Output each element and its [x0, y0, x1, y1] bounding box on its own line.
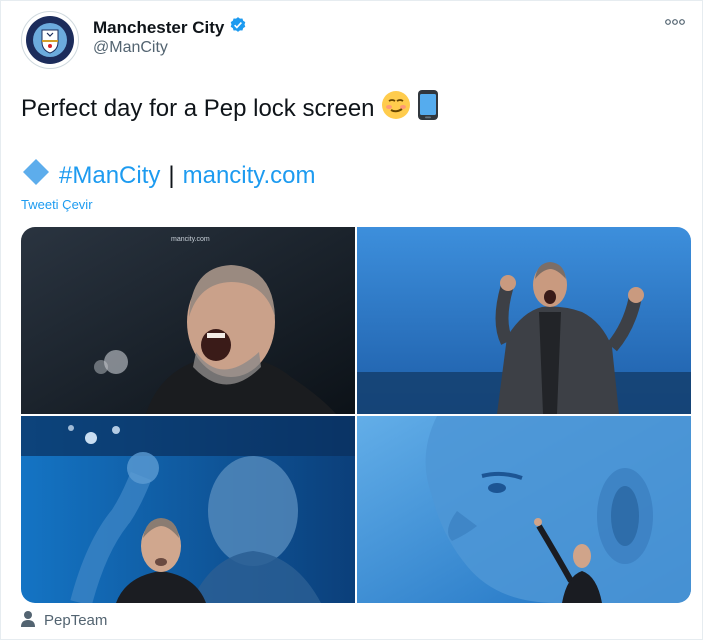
tweet-body: Perfect day for a Pep lock screen [21, 94, 375, 122]
media-image-2[interactable] [357, 227, 691, 414]
verified-badge-icon [229, 16, 247, 39]
link-separator: | [168, 161, 175, 189]
blue-diamond-emoji-icon [21, 157, 51, 194]
display-name[interactable]: Manchester City [93, 18, 224, 38]
account-name[interactable]: Manchester City [93, 16, 247, 39]
tweet-card: Manchester City @ManCity Perfect day for… [0, 0, 703, 640]
avatar[interactable] [21, 11, 79, 69]
media-image-4[interactable] [357, 416, 691, 603]
media-image-1[interactable]: mancity.com [21, 227, 355, 414]
account-handle[interactable]: @ManCity [93, 39, 168, 57]
tweet-text: Perfect day for a Pep lock screen [21, 89, 439, 128]
translate-tweet-link[interactable]: Tweeti Çevir [21, 197, 93, 212]
watermark-text: mancity.com [171, 236, 210, 243]
media-grid: mancity.com [21, 227, 691, 603]
tagged-people[interactable]: PepTeam [21, 610, 107, 631]
person-icon [21, 610, 35, 631]
website-link[interactable]: mancity.com [183, 162, 316, 190]
more-options-icon[interactable] [665, 13, 685, 29]
tagged-user-name[interactable]: PepTeam [44, 612, 107, 629]
hashtag-link[interactable]: #ManCity [59, 162, 160, 190]
tweet-links: #ManCity | mancity.com [21, 157, 316, 194]
media-image-3[interactable] [21, 416, 355, 603]
man-city-crest-icon [26, 16, 74, 64]
mobile-phone-emoji-icon [417, 89, 439, 128]
smirk-emoji-icon [381, 90, 411, 127]
